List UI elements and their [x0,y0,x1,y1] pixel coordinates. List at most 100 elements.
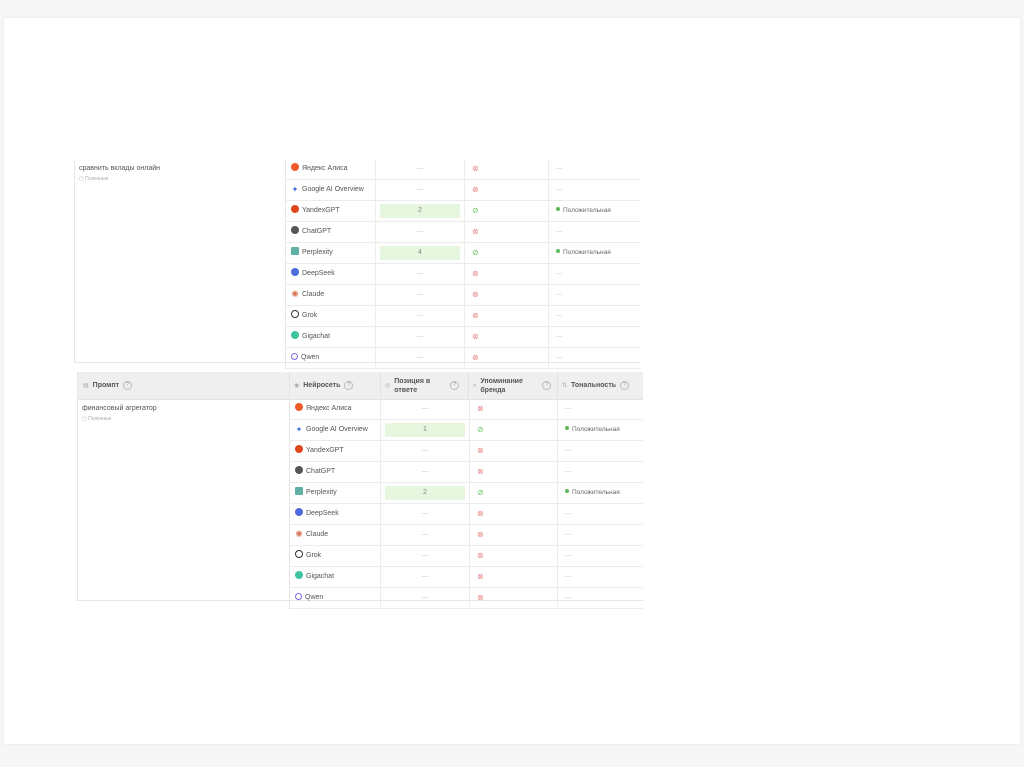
table-row[interactable]: YandexGPT — ⊗ — [289,441,643,462]
model-cell: Gigachat [286,327,376,347]
perplexity-icon [291,247,299,255]
header-tone[interactable]: ⇅ Тональность? [557,372,643,399]
table-row[interactable]: ✦ Google AI Overview — ⊗ — [285,180,641,201]
table-row[interactable]: Qwen — ⊗ — [285,348,641,369]
tone-cell: — [549,285,641,305]
model-cell: Perplexity [286,243,376,263]
model-name: Grok [306,552,322,559]
tone-value: — [565,573,572,580]
tone-cell: — [549,180,641,200]
position-value: 2 [418,207,422,214]
alice-icon [291,163,299,171]
table-row[interactable]: YandexGPT 2 ⊘ Положительная [285,201,641,222]
cross-circle-icon: ⊗ [477,572,484,581]
tone-value: Положительная [563,207,611,214]
google-ai-icon: ✦ [291,185,299,194]
table-row[interactable]: ✺ Claude — ⊗ — [289,525,643,546]
qwen-icon [291,353,298,360]
deepseek-icon [295,508,303,516]
table-row[interactable]: DeepSeek — ⊗ — [289,504,643,525]
header-position[interactable]: ◎ Позиция в ответе? [380,372,468,399]
model-cell: Яндекс Алиса [290,399,381,419]
prompt-tag: ▢ Полезные [82,416,112,422]
position-cell: — [381,546,470,566]
table-row[interactable]: Gigachat — ⊗ — [289,567,643,588]
position-cell: — [376,348,465,368]
table-row[interactable]: Grok — ⊗ — [289,546,643,567]
help-icon[interactable]: ? [123,381,132,390]
deepseek-icon [291,268,299,276]
position-value: 2 [423,489,427,496]
table-row[interactable]: ChatGPT — ⊗ — [289,462,643,483]
help-icon[interactable]: ? [344,381,354,390]
prompt-tag: ▢ Полезные [79,176,109,182]
positive-dot-icon [565,489,569,493]
model-cell: YandexGPT [286,201,376,221]
table-row[interactable]: ✦ Google AI Overview 1 ⊘ Положительная [289,420,643,441]
table-row[interactable]: Grok — ⊗ — [285,306,641,327]
mention-cell: ⊗ [469,399,558,419]
prompt-text: сравнить вклады онлайн [79,165,160,172]
model-rows: Яндекс Алиса — ⊗ — ✦ Google AI Overview — ⊗ — Yan… [285,159,641,369]
mention-cell: ⊗ [464,180,549,200]
position-icon: ◎ [385,383,391,389]
mention-cell: ⊘ [469,420,558,440]
tone-value: Положительная [572,426,620,433]
help-icon[interactable]: ? [542,381,552,390]
position-value: — [421,468,429,475]
header-mention[interactable]: «Упоминание бренда? [468,372,557,399]
header-model[interactable]: ◉ Нейросеть? [289,372,380,399]
table-row[interactable]: Яндекс Алиса — ⊗ — [285,159,641,180]
mention-cell: ⊘ [464,201,549,221]
position-cell: — [381,504,470,524]
table-row[interactable]: Qwen — ⊗ — [289,588,643,609]
tone-value: — [556,186,563,193]
yandexgpt-icon [291,205,299,213]
table-row[interactable]: DeepSeek — ⊗ — [285,264,641,285]
claude-icon: ✺ [295,529,303,539]
position-value: 1 [423,426,427,433]
table-row[interactable]: ChatGPT — ⊗ — [285,222,641,243]
position-value: — [421,552,429,559]
tone-cell: — [549,327,641,347]
model-name: DeepSeek [306,510,339,517]
cross-circle-icon: ⊗ [472,185,479,194]
model-name: Qwen [305,594,324,601]
tone-value: — [565,531,572,538]
alice-icon [295,403,303,411]
mention-cell: ⊗ [469,567,558,587]
tone-value: — [565,405,572,412]
model-name: Google AI Overview [306,426,368,433]
cross-circle-icon: ⊗ [472,332,479,341]
table-row[interactable]: Gigachat — ⊗ — [285,327,641,348]
table-row[interactable]: ✺ Claude — ⊗ — [285,285,641,306]
position-cell: — [376,285,465,305]
position-cell: — [376,306,465,326]
tone-cell: — [558,504,643,524]
position-value: — [416,333,424,340]
list-icon: ▤ [83,383,89,389]
tone-cell: — [558,525,643,545]
table-row[interactable]: Яндекс Алиса — ⊗ — [289,399,643,420]
position-cell: — [381,462,470,482]
results-table-1: сравнить вклады онлайн ▢ Полезные Яндекс… [74,159,641,369]
tone-value: — [556,291,563,298]
perplexity-icon [295,487,303,495]
model-name: Perplexity [302,249,333,256]
cross-circle-icon: ⊗ [477,551,484,560]
table-row[interactable]: Perplexity 4 ⊘ Положительная [285,243,641,264]
chatgpt-icon [295,466,303,474]
cross-circle-icon: ⊗ [472,164,479,173]
cross-circle-icon: ⊗ [472,290,479,299]
help-icon[interactable]: ? [620,381,630,390]
help-icon[interactable]: ? [450,381,460,390]
position-value: — [416,165,424,172]
table-row[interactable]: Perplexity 2 ⊘ Положительная [289,483,643,504]
model-name: Яндекс Алиса [306,405,352,412]
position-value: — [416,228,424,235]
tone-value: — [565,594,572,601]
tone-cell: — [558,462,643,482]
header-prompt[interactable]: ▤ Промпт? [83,372,288,399]
tone-value: — [556,312,563,319]
mention-cell: ⊘ [469,483,558,503]
